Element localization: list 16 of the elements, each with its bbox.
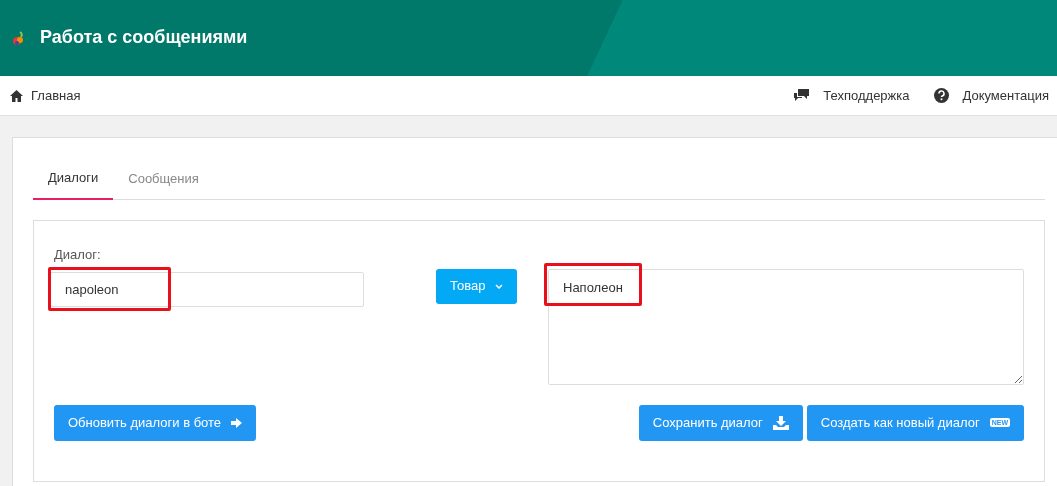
chat-icon <box>794 89 810 102</box>
nav-link[interactable]: Документация <box>933 85 1049 106</box>
tab[interactable]: Сообщения <box>113 158 214 199</box>
home-icon <box>10 89 23 102</box>
dialog-field[interactable]: napoleon <box>50 272 364 307</box>
page-title: Работа с сообщениями <box>40 27 248 49</box>
caret-icon <box>495 283 504 289</box>
arrow-icon <box>231 417 243 428</box>
home-link[interactable]: Главная <box>10 85 81 106</box>
nav-link[interactable]: Техподдержка <box>794 85 910 106</box>
help-icon <box>933 88 949 103</box>
download-icon <box>772 415 789 430</box>
field-label: Диалог: <box>54 245 102 264</box>
logo-icon <box>12 30 26 46</box>
text-area[interactable]: Наполеон <box>548 268 1024 385</box>
tab[interactable]: Диалоги <box>33 158 114 200</box>
